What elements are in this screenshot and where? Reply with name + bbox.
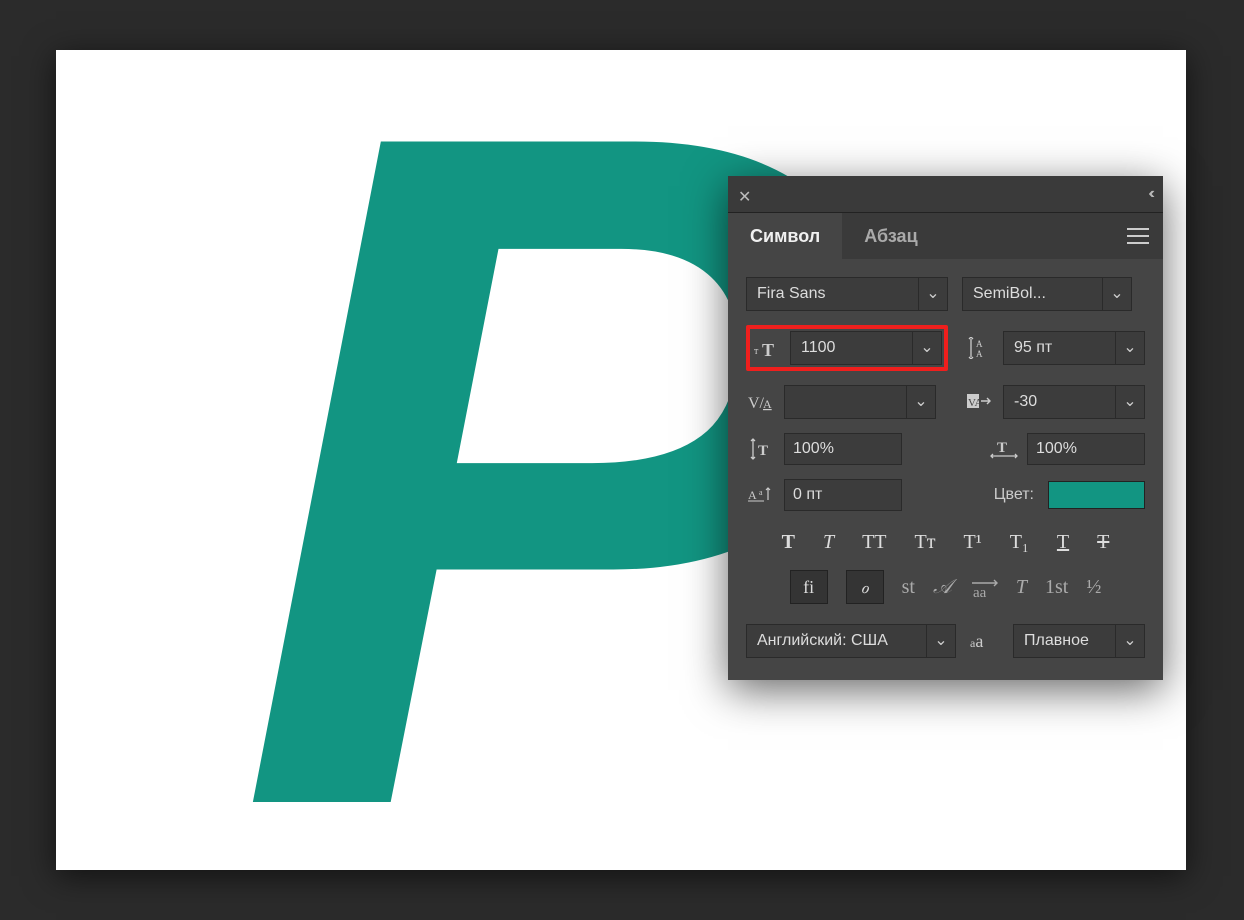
chevron-down-icon[interactable]: ⌄ <box>918 278 947 310</box>
chevron-down-icon[interactable]: ⌄ <box>912 332 941 364</box>
font-size-highlight: тT 1100 ⌄ <box>746 325 948 371</box>
language-value: Английский: США <box>747 632 926 650</box>
baseline-shift-input[interactable]: 0 пт <box>784 479 902 511</box>
font-size-icon: тT <box>752 336 782 360</box>
svg-text:T: T <box>762 340 774 358</box>
tracking-value: -30 <box>1004 393 1115 411</box>
stylistic-alt-button[interactable]: aa <box>970 576 998 598</box>
tracking-icon: VA <box>965 390 995 414</box>
chevron-down-icon[interactable]: ⌄ <box>1115 332 1144 364</box>
titling-alt-button[interactable]: T <box>1016 576 1027 599</box>
contextual-alt-button[interactable]: ℴ <box>846 570 884 604</box>
svg-text:A: A <box>763 397 772 411</box>
font-style-select[interactable]: SemiBol... ⌄ <box>962 277 1132 311</box>
svg-text:т: т <box>754 346 759 357</box>
font-family-value: Fira Sans <box>747 285 918 303</box>
baseline-shift-value: 0 пт <box>793 486 822 504</box>
panel-menu-icon[interactable] <box>1127 213 1149 259</box>
chevron-down-icon[interactable]: ⌄ <box>926 625 955 657</box>
chevron-down-icon[interactable]: ⌄ <box>1115 625 1144 657</box>
svg-text:aa: aa <box>973 585 987 598</box>
antialias-value: Плавное <box>1014 632 1115 650</box>
opentype-row: fi ℴ st 𝒜 aa T 1st ½ <box>746 570 1145 604</box>
svg-text:a: a <box>759 488 763 497</box>
tab-paragraph[interactable]: Абзац <box>842 213 939 259</box>
text-color-swatch[interactable] <box>1048 481 1145 509</box>
svg-text:A: A <box>976 349 983 359</box>
allcaps-button[interactable]: TT <box>862 531 886 554</box>
font-family-select[interactable]: Fira Sans ⌄ <box>746 277 948 311</box>
faux-italic-button[interactable]: T <box>823 531 834 554</box>
tab-symbol[interactable]: Символ <box>728 213 842 259</box>
discretionary-lig-button[interactable]: st <box>902 576 915 599</box>
leading-value: 95 пт <box>1004 339 1115 357</box>
kerning-select[interactable]: ⌄ <box>784 385 936 419</box>
svg-text:VA: VA <box>968 397 983 409</box>
antialias-select[interactable]: Плавное ⌄ <box>1013 624 1145 658</box>
collapse-icon[interactable]: ‹‹ <box>1148 185 1151 203</box>
underline-button[interactable]: T <box>1057 531 1069 554</box>
leading-select[interactable]: 95 пт ⌄ <box>1003 331 1145 365</box>
app-stage: P ✕ ‹‹ Символ Абзац Fira Sans ⌄ SemiBol.… <box>0 0 1244 920</box>
vertical-scale-input[interactable]: 100% <box>784 433 902 465</box>
strikethrough-button[interactable]: T <box>1097 531 1109 554</box>
chevron-down-icon[interactable]: ⌄ <box>1102 278 1131 310</box>
vertical-scale-value: 100% <box>793 440 834 458</box>
horizontal-scale-input[interactable]: 100% <box>1027 433 1145 465</box>
character-panel: ✕ ‹‹ Символ Абзац Fira Sans ⌄ SemiBol...… <box>728 176 1163 680</box>
tracking-select[interactable]: -30 ⌄ <box>1003 385 1145 419</box>
color-label: Цвет: <box>994 486 1034 504</box>
ordinals-button[interactable]: 1st <box>1045 576 1068 599</box>
panel-header: ✕ ‹‹ <box>728 176 1163 213</box>
smallcaps-button[interactable]: Tᴛ <box>915 531 936 554</box>
svg-text:T: T <box>997 440 1007 456</box>
svg-text:A: A <box>976 339 983 349</box>
leading-icon: AA <box>965 336 995 360</box>
antialias-icon: aa <box>970 631 983 652</box>
horizontal-scale-value: 100% <box>1036 440 1077 458</box>
svg-text:T: T <box>758 443 768 459</box>
vertical-scale-icon: T <box>746 437 776 461</box>
chevron-down-icon[interactable]: ⌄ <box>1115 386 1144 418</box>
type-style-row: T T TT Tᴛ T¹ T₁ T T <box>746 531 1145 554</box>
faux-bold-button[interactable]: T <box>782 531 795 554</box>
ligatures-button[interactable]: fi <box>790 570 828 604</box>
language-select[interactable]: Английский: США ⌄ <box>746 624 956 658</box>
kerning-icon: V/A <box>746 390 776 414</box>
fractions-button[interactable]: ½ <box>1086 576 1101 599</box>
panel-tabs: Символ Абзац <box>728 213 1163 259</box>
swash-button[interactable]: 𝒜 <box>933 576 952 599</box>
subscript-button[interactable]: T₁ <box>1010 531 1029 554</box>
baseline-shift-icon: Aa <box>746 483 776 507</box>
close-icon[interactable]: ✕ <box>738 187 752 201</box>
font-style-value: SemiBol... <box>963 285 1102 303</box>
chevron-down-icon[interactable]: ⌄ <box>906 386 935 418</box>
panel-body: Fira Sans ⌄ SemiBol... ⌄ тT 1100 ⌄ <box>728 259 1163 680</box>
font-size-value: 1100 <box>791 339 912 357</box>
horizontal-scale-icon: T <box>989 437 1019 461</box>
superscript-button[interactable]: T¹ <box>964 531 982 554</box>
svg-text:A: A <box>748 488 757 502</box>
font-size-select[interactable]: 1100 ⌄ <box>790 331 942 365</box>
